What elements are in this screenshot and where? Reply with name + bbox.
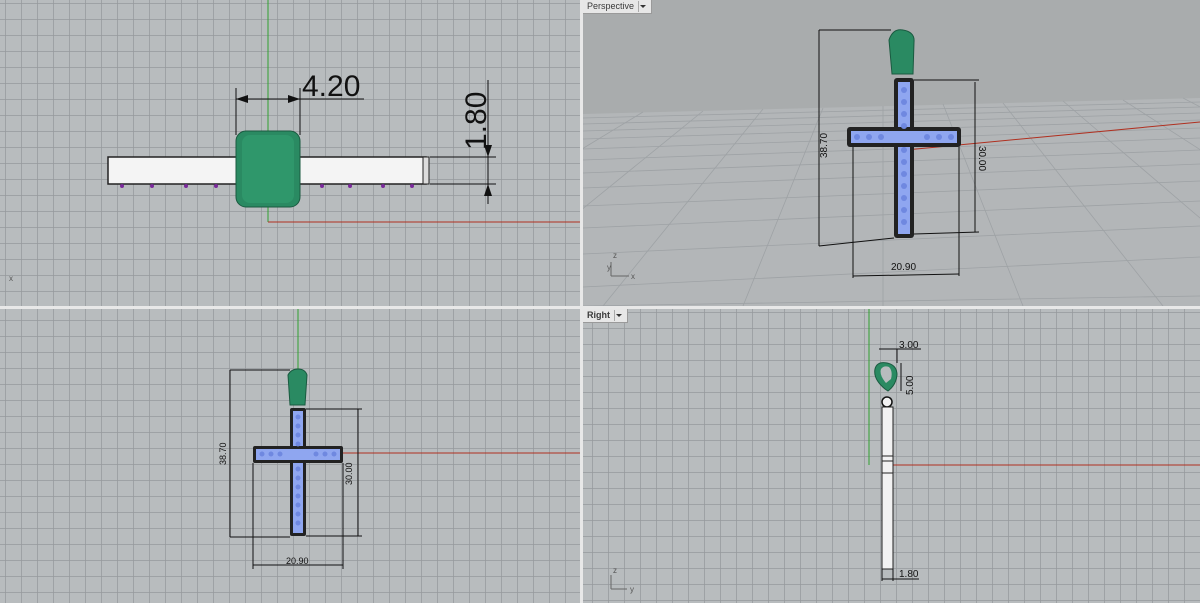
dim-label-500: 5.00 bbox=[905, 375, 916, 395]
chevron-down-icon[interactable] bbox=[638, 1, 647, 12]
dim-label-180: 1.80 bbox=[460, 92, 493, 150]
arrow-up bbox=[484, 184, 492, 196]
top-view-canvas: 4.20 1.80 x bbox=[9, 0, 580, 283]
gizmo-label-y: y bbox=[607, 263, 611, 272]
viewport-perspective[interactable]: Perspective 38.70 30.00 20.90 x y z bbox=[583, 0, 1200, 306]
bail-persp[interactable] bbox=[888, 29, 915, 75]
gizmo-label-z: z bbox=[613, 251, 617, 260]
gizmo-label-x: x bbox=[631, 272, 635, 281]
dim-label-3870-persp: 38.70 bbox=[819, 133, 830, 158]
axis-label-x: x bbox=[9, 274, 13, 283]
bail-highlight bbox=[242, 135, 294, 203]
bar-end-cap bbox=[422, 156, 430, 185]
arrow-left bbox=[236, 95, 248, 103]
right-view-canvas: 3.00 5.00 1.80 y z bbox=[610, 309, 1200, 594]
perspective-canvas: 38.70 30.00 20.90 x y z bbox=[583, 0, 1200, 306]
dim-label-420: 4.20 bbox=[302, 70, 360, 103]
arrow-right bbox=[288, 95, 300, 103]
dim-label-180-right: 1.80 bbox=[899, 569, 919, 580]
viewport-divider-vertical[interactable] bbox=[580, 0, 583, 603]
dim-label-2090-front: 20.90 bbox=[286, 556, 309, 566]
dim-label-2090-persp: 20.90 bbox=[891, 262, 916, 273]
front-view-canvas: 38.70 30.00 20.90 bbox=[218, 309, 580, 569]
bail-front[interactable] bbox=[287, 368, 308, 406]
gizmo-label-y: y bbox=[630, 585, 634, 594]
viewport-top[interactable]: 4.20 1.80 x bbox=[0, 0, 580, 306]
gizmo-label-z: z bbox=[613, 566, 617, 575]
dim-label-300: 3.00 bbox=[899, 340, 919, 351]
tab-perspective[interactable]: Perspective bbox=[583, 0, 653, 14]
tab-right-label: Right bbox=[587, 310, 610, 320]
viewport-front[interactable]: 38.70 30.00 20.90 bbox=[0, 309, 580, 603]
tab-perspective-label: Perspective bbox=[587, 1, 635, 11]
dim-label-3000-persp: 30.00 bbox=[976, 146, 987, 171]
tab-right[interactable]: Right bbox=[583, 309, 628, 323]
chevron-down-icon[interactable] bbox=[614, 310, 623, 321]
dim-label-3870-front: 38.70 bbox=[218, 442, 228, 465]
jump-ring bbox=[881, 396, 893, 408]
viewport-right[interactable]: Right 3.00 5.00 1.80 y z bbox=[583, 309, 1200, 603]
dim-label-3000-front: 30.00 bbox=[344, 462, 354, 485]
cross-side-body[interactable] bbox=[881, 406, 894, 570]
